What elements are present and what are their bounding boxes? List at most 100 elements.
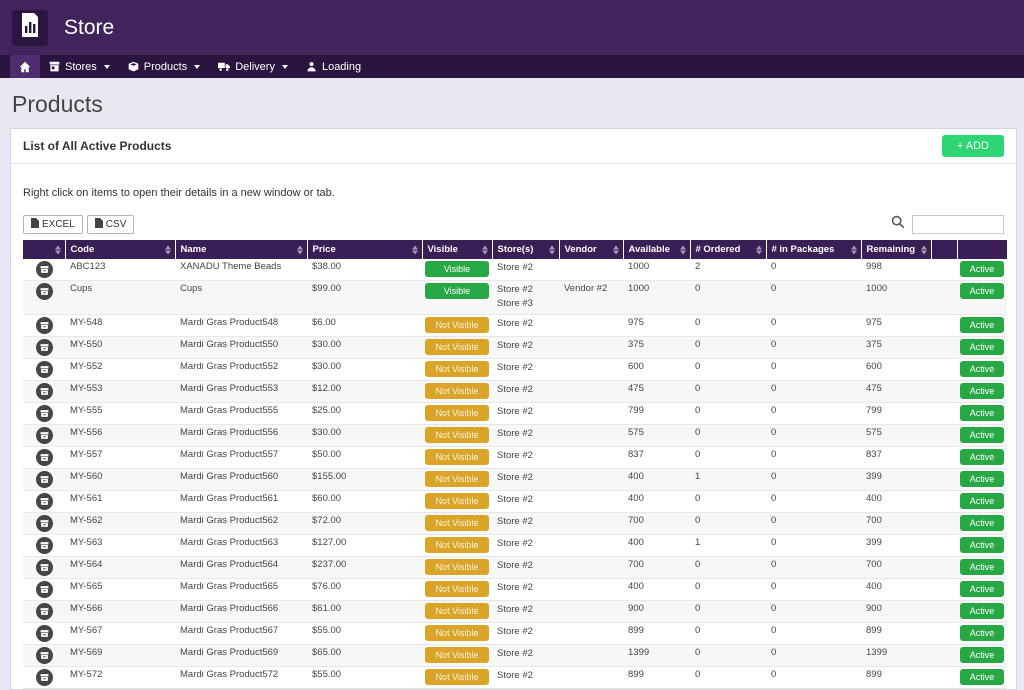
visibility-badge[interactable]: Not Visible [425, 471, 489, 487]
visibility-badge[interactable]: Not Visible [425, 581, 489, 597]
status-badge[interactable]: Active [960, 361, 1004, 377]
column-header-stores[interactable]: Store(s) [492, 240, 559, 259]
cell-price: $30.00 [307, 358, 422, 380]
table-row[interactable]: MY-560Mardi Gras Product560$155.00Not Vi… [23, 468, 1007, 490]
status-badge[interactable]: Active [960, 405, 1004, 421]
product-box-icon[interactable] [36, 283, 53, 300]
product-box-icon[interactable] [36, 449, 53, 466]
product-box-icon[interactable] [36, 603, 53, 620]
table-row[interactable]: MY-548Mardi Gras Product548$6.00Not Visi… [23, 314, 1007, 336]
product-box-icon[interactable] [36, 317, 53, 334]
column-header-price[interactable]: Price [307, 240, 422, 259]
table-row[interactable]: ABC123XANADU Theme Beads$38.00VisibleSto… [23, 259, 1007, 281]
table-row[interactable]: MY-550Mardi Gras Product550$30.00Not Vis… [23, 336, 1007, 358]
status-badge[interactable]: Active [960, 383, 1004, 399]
app-logo[interactable] [12, 10, 48, 46]
cell-available: 837 [623, 446, 690, 468]
nav-item-loading[interactable]: Loading [297, 55, 370, 78]
product-box-icon[interactable] [36, 581, 53, 598]
column-header-name[interactable]: Name [175, 240, 307, 259]
product-box-icon[interactable] [36, 493, 53, 510]
status-badge[interactable]: Active [960, 515, 1004, 531]
excel-export-button[interactable]: EXCEL [23, 215, 83, 234]
nav-item-home[interactable] [10, 55, 40, 78]
column-header-in-packages[interactable]: # in Packages [766, 240, 861, 259]
status-badge[interactable]: Active [960, 493, 1004, 509]
column-header-vendor[interactable]: Vendor [559, 240, 623, 259]
visibility-badge[interactable]: Not Visible [425, 625, 489, 641]
visibility-badge[interactable]: Visible [425, 283, 489, 299]
visibility-badge[interactable]: Not Visible [425, 559, 489, 575]
status-badge[interactable]: Active [960, 581, 1004, 597]
visibility-badge[interactable]: Not Visible [425, 427, 489, 443]
table-row[interactable]: MY-567Mardi Gras Product567$55.00Not Vis… [23, 622, 1007, 644]
column-header-remaining[interactable]: Remaining [861, 240, 931, 259]
status-badge[interactable]: Active [960, 339, 1004, 355]
status-badge[interactable]: Active [960, 427, 1004, 443]
status-badge[interactable]: Active [960, 261, 1004, 277]
product-box-icon[interactable] [36, 427, 53, 444]
product-box-icon[interactable] [36, 515, 53, 532]
visibility-badge[interactable]: Not Visible [425, 515, 489, 531]
nav-item-stores[interactable]: Stores [40, 55, 119, 78]
cell-available: 575 [623, 424, 690, 446]
visibility-badge[interactable]: Not Visible [425, 493, 489, 509]
table-row[interactable]: MY-569Mardi Gras Product569$65.00Not Vis… [23, 644, 1007, 666]
status-badge[interactable]: Active [960, 317, 1004, 333]
status-badge[interactable]: Active [960, 537, 1004, 553]
status-badge[interactable]: Active [960, 559, 1004, 575]
visibility-badge[interactable]: Not Visible [425, 537, 489, 553]
product-box-icon[interactable] [36, 625, 53, 642]
table-row[interactable]: MY-564Mardi Gras Product564$237.00Not Vi… [23, 556, 1007, 578]
product-box-icon[interactable] [36, 339, 53, 356]
csv-export-button[interactable]: CSV [87, 215, 135, 234]
product-box-icon[interactable] [36, 383, 53, 400]
table-row[interactable]: MY-572Mardi Gras Product572$55.00Not Vis… [23, 666, 1007, 688]
nav-item-delivery[interactable]: Delivery [209, 55, 297, 78]
table-row[interactable]: MY-562Mardi Gras Product562$72.00Not Vis… [23, 512, 1007, 534]
column-header-icon[interactable] [23, 240, 65, 259]
table-row[interactable]: MY-565Mardi Gras Product565$76.00Not Vis… [23, 578, 1007, 600]
status-badge[interactable]: Active [960, 669, 1004, 685]
visibility-badge[interactable]: Not Visible [425, 405, 489, 421]
column-header-visible[interactable]: Visible [422, 240, 492, 259]
visibility-badge[interactable]: Not Visible [425, 669, 489, 685]
visibility-badge[interactable]: Not Visible [425, 647, 489, 663]
column-header-ordered[interactable]: # Ordered [690, 240, 766, 259]
table-row[interactable]: MY-555Mardi Gras Product555$25.00Not Vis… [23, 402, 1007, 424]
visibility-badge[interactable]: Not Visible [425, 449, 489, 465]
table-row[interactable]: CupsCups$99.00VisibleStore #2Store #3Ven… [23, 281, 1007, 315]
status-badge[interactable]: Active [960, 471, 1004, 487]
status-badge[interactable]: Active [960, 625, 1004, 641]
search-input[interactable] [912, 215, 1004, 234]
visibility-badge[interactable]: Not Visible [425, 603, 489, 619]
nav-item-products[interactable]: Products [119, 55, 209, 78]
visibility-badge[interactable]: Visible [425, 261, 489, 277]
table-row[interactable]: MY-552Mardi Gras Product552$30.00Not Vis… [23, 358, 1007, 380]
table-row[interactable]: MY-561Mardi Gras Product561$60.00Not Vis… [23, 490, 1007, 512]
column-header-code[interactable]: Code [65, 240, 175, 259]
product-box-icon[interactable] [36, 559, 53, 576]
product-box-icon[interactable] [36, 669, 53, 686]
product-box-icon[interactable] [36, 471, 53, 488]
visibility-badge[interactable]: Not Visible [425, 339, 489, 355]
product-box-icon[interactable] [36, 261, 53, 278]
table-row[interactable]: MY-557Mardi Gras Product557$50.00Not Vis… [23, 446, 1007, 468]
column-header-available[interactable]: Available [623, 240, 690, 259]
visibility-badge[interactable]: Not Visible [425, 317, 489, 333]
visibility-badge[interactable]: Not Visible [425, 361, 489, 377]
status-badge[interactable]: Active [960, 283, 1004, 299]
status-badge[interactable]: Active [960, 603, 1004, 619]
status-badge[interactable]: Active [960, 449, 1004, 465]
table-row[interactable]: MY-566Mardi Gras Product566$61.00Not Vis… [23, 600, 1007, 622]
product-box-icon[interactable] [36, 361, 53, 378]
add-product-button[interactable]: + ADD [942, 135, 1004, 157]
table-row[interactable]: MY-556Mardi Gras Product556$30.00Not Vis… [23, 424, 1007, 446]
table-row[interactable]: MY-553Mardi Gras Product553$12.00Not Vis… [23, 380, 1007, 402]
table-row[interactable]: MY-563Mardi Gras Product563$127.00Not Vi… [23, 534, 1007, 556]
product-box-icon[interactable] [36, 647, 53, 664]
product-box-icon[interactable] [36, 405, 53, 422]
product-box-icon[interactable] [36, 537, 53, 554]
status-badge[interactable]: Active [960, 647, 1004, 663]
visibility-badge[interactable]: Not Visible [425, 383, 489, 399]
